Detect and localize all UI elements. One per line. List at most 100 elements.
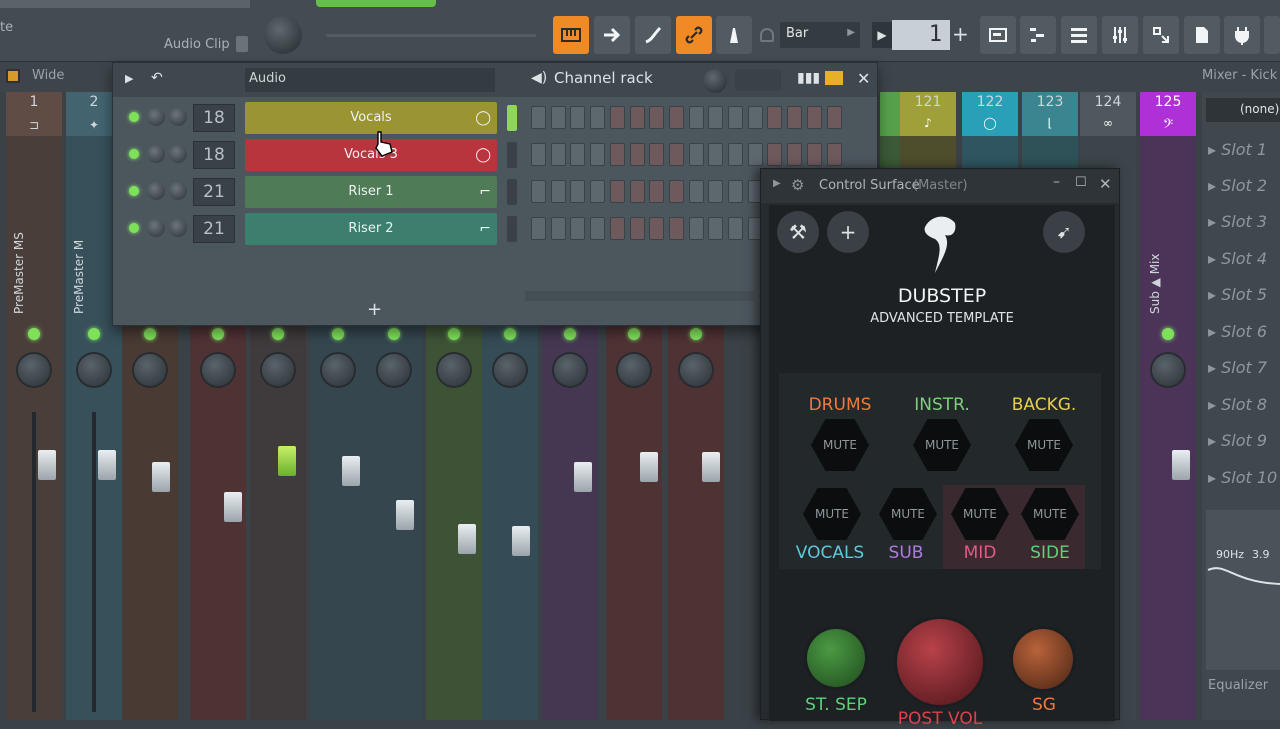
step-button[interactable]: [767, 106, 783, 129]
volume-fader[interactable]: [224, 492, 242, 522]
pan-knob[interactable]: [202, 354, 234, 386]
step-button[interactable]: [531, 217, 546, 240]
strip-enable-led[interactable]: [212, 328, 224, 340]
close-icon[interactable]: ✕: [857, 69, 870, 88]
step-button[interactable]: [806, 106, 822, 129]
step-button[interactable]: [609, 143, 625, 166]
step-button[interactable]: [590, 106, 606, 129]
channel-row[interactable]: 18 Vocals 3 ◯: [113, 138, 877, 171]
step-button[interactable]: [708, 106, 724, 129]
volume-fader[interactable]: [1172, 450, 1190, 480]
mixer-strip[interactable]: 1 ⊐ PreMaster MS: [6, 92, 62, 720]
eq-graph[interactable]: 90Hz 3.9: [1206, 510, 1280, 670]
fx-slot[interactable]: ▸ Slot 2: [1208, 170, 1280, 200]
volume-fader[interactable]: [396, 500, 414, 530]
step-button[interactable]: [649, 143, 665, 166]
fx-slot[interactable]: ▸ Slot 3: [1208, 206, 1280, 236]
strip-enable-led[interactable]: [628, 328, 640, 340]
step-button[interactable]: [806, 143, 822, 166]
strip-enable-led[interactable]: [388, 328, 400, 340]
volume-fader[interactable]: [342, 456, 360, 486]
step-button[interactable]: [550, 180, 566, 203]
fx-slot[interactable]: ▸ Slot 7: [1208, 352, 1280, 382]
mixer-strip[interactable]: 125 𝄢 Sub ▲ Mix: [1140, 92, 1196, 720]
wrench-icon[interactable]: ⚒: [777, 211, 819, 253]
pan-knob[interactable]: [262, 354, 294, 386]
channel-pan-knob[interactable]: [147, 219, 165, 237]
step-button[interactable]: [708, 180, 724, 203]
step-button[interactable]: [609, 106, 625, 129]
step-button[interactable]: [728, 217, 743, 240]
fx-slot[interactable]: ▸ Slot 10: [1208, 462, 1280, 492]
pan-knob[interactable]: [680, 354, 712, 386]
volume-fader[interactable]: [702, 452, 720, 482]
fx-slot[interactable]: ▸ Slot 8: [1208, 389, 1280, 419]
gear-icon[interactable]: ⚙: [791, 176, 804, 194]
pan-knob[interactable]: [1152, 354, 1184, 386]
step-button[interactable]: [570, 106, 586, 129]
channel-volume-knob[interactable]: [169, 219, 187, 237]
fx-slot[interactable]: ▸ Slot 9: [1208, 425, 1280, 455]
step-button[interactable]: [590, 217, 606, 240]
step-button[interactable]: [688, 180, 704, 203]
caret-right-icon[interactable]: ▶: [773, 178, 781, 189]
step-button[interactable]: [629, 106, 645, 129]
volume-fader[interactable]: [38, 450, 56, 480]
step-button[interactable]: [629, 180, 645, 203]
step-button[interactable]: [688, 143, 704, 166]
pan-knob[interactable]: [554, 354, 586, 386]
step-button[interactable]: [708, 143, 724, 166]
volume-fader[interactable]: [574, 462, 592, 492]
channel-pan-knob[interactable]: [147, 145, 165, 163]
post-volume-knob[interactable]: [897, 619, 983, 705]
strip-enable-led[interactable]: [28, 328, 40, 340]
channel-name-button[interactable]: Riser 1 ⌐: [245, 176, 497, 208]
add-button[interactable]: +: [827, 211, 869, 253]
strip-enable-led[interactable]: [1162, 328, 1174, 340]
pan-knob[interactable]: [18, 354, 50, 386]
channel-mute-led[interactable]: [129, 223, 139, 233]
channel-volume-knob[interactable]: [169, 108, 187, 126]
pan-knob[interactable]: [378, 354, 410, 386]
fx-slot[interactable]: ▸ Slot 6: [1208, 316, 1280, 346]
pan-knob[interactable]: [78, 354, 110, 386]
step-button[interactable]: [668, 143, 684, 166]
channel-name-button[interactable]: Vocals 3 ◯: [245, 139, 497, 171]
volume-fader[interactable]: [152, 462, 170, 492]
step-button[interactable]: [649, 217, 665, 240]
volume-fader[interactable]: [278, 446, 296, 476]
pan-knob[interactable]: [322, 354, 354, 386]
strip-enable-led[interactable]: [332, 328, 344, 340]
step-button[interactable]: [570, 180, 586, 203]
channel-mute-led[interactable]: [129, 186, 139, 196]
minimize-icon[interactable]: –: [1053, 174, 1060, 190]
step-button[interactable]: [629, 217, 645, 240]
volume-fader[interactable]: [512, 526, 530, 556]
step-button[interactable]: [767, 143, 783, 166]
step-button[interactable]: [649, 180, 665, 203]
step-button[interactable]: [609, 217, 625, 240]
stereo-separation-knob[interactable]: [807, 629, 865, 687]
channel-mixer-track[interactable]: 21: [193, 215, 235, 243]
step-button[interactable]: [531, 106, 546, 129]
channel-select-indicator[interactable]: [507, 179, 517, 205]
plugin-button[interactable]: [1224, 16, 1260, 54]
step-button[interactable]: [688, 106, 704, 129]
step-button[interactable]: [688, 217, 704, 240]
channel-mute-led[interactable]: [129, 149, 139, 159]
step-button[interactable]: [570, 217, 586, 240]
strip-enable-led[interactable]: [690, 328, 702, 340]
fx-slot[interactable]: ▸ Slot 4: [1208, 243, 1280, 273]
step-button[interactable]: [668, 180, 684, 203]
channel-volume-knob[interactable]: [169, 145, 187, 163]
channel-select-indicator[interactable]: [507, 216, 517, 242]
channel-mixer-track[interactable]: 18: [193, 104, 235, 132]
step-button[interactable]: [570, 143, 586, 166]
channel-volume-knob[interactable]: [169, 182, 187, 200]
pan-knob[interactable]: [134, 354, 166, 386]
strip-enable-led[interactable]: [564, 328, 576, 340]
maximize-icon[interactable]: ☐: [1075, 175, 1087, 190]
bird-icon[interactable]: ➹: [1043, 211, 1085, 253]
step-button[interactable]: [590, 143, 606, 166]
fx-slot[interactable]: ▸ Slot 5: [1208, 279, 1280, 309]
